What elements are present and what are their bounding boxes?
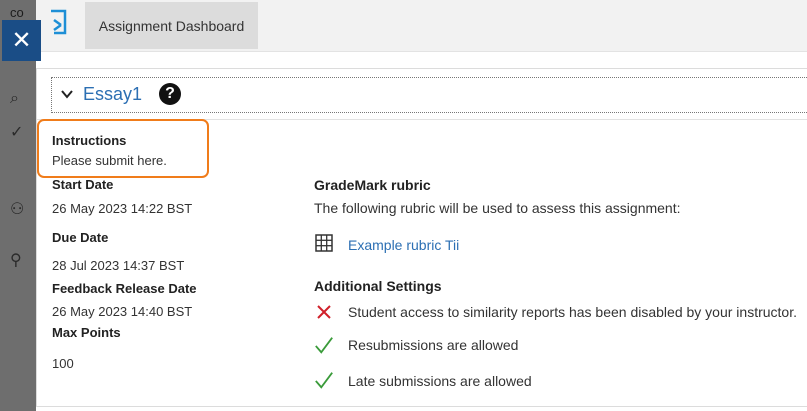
instructions-text: Please submit here. [52,153,167,168]
rubric-description: The following rubric will be used to ass… [314,200,681,216]
close-button[interactable]: ✕ [2,20,41,61]
help-icon[interactable]: ? [159,83,181,105]
feedback-release-label: Feedback Release Date [52,281,197,296]
rubric-link[interactable]: Example rubric Tii [348,237,459,253]
background-overlay: co ⌕ ✓ ⚇ ⚲ [0,0,40,411]
assignment-panel: Assignment Dashboard Essay1 ? Instructio… [36,0,807,411]
cross-icon [317,305,331,319]
close-icon: ✕ [11,27,32,54]
background-check-icon: ✓ [10,124,24,141]
setting-late-submissions: Late submissions are allowed [348,373,532,389]
assignment-card: Essay1 ? Instructions Please submit here… [36,68,807,407]
assignment-header[interactable]: Essay1 ? [51,77,807,113]
max-points-value: 100 [52,356,74,371]
assignment-title: Essay1 [83,84,143,104]
instructions-label: Instructions [52,133,127,148]
feedback-release-value: 26 May 2023 14:40 BST [52,304,193,319]
turnitin-logo-icon [51,9,67,35]
check-icon [315,372,333,389]
background-text: co [10,5,24,20]
start-date-value: 26 May 2023 14:22 BST [52,201,193,216]
help-glyph: ? [165,85,175,102]
additional-settings-heading: Additional Settings [314,278,442,294]
chevron-down-icon[interactable] [60,87,74,101]
background-link-icon: ⚲ [10,252,22,269]
background-search-icon: ⌕ [10,90,19,107]
check-icon [315,337,333,354]
max-points-label: Max Points [52,325,121,340]
top-bar: Assignment Dashboard [36,0,807,52]
due-date-value: 28 Jul 2023 14:37 BST [52,258,185,273]
tab-assignment-dashboard-label: Assignment Dashboard [98,17,245,34]
grid-icon [315,234,333,252]
background-person-icon: ⚇ [10,201,25,218]
tab-assignment-dashboard[interactable]: Assignment Dashboard [85,2,258,49]
instructions-highlight [37,119,209,178]
rubric-heading: GradeMark rubric [314,177,431,193]
due-date-label: Due Date [52,230,109,245]
start-date-label: Start Date [52,177,114,192]
setting-similarity-reports: Student access to similarity reports has… [348,304,797,320]
setting-resubmissions: Resubmissions are allowed [348,337,519,353]
